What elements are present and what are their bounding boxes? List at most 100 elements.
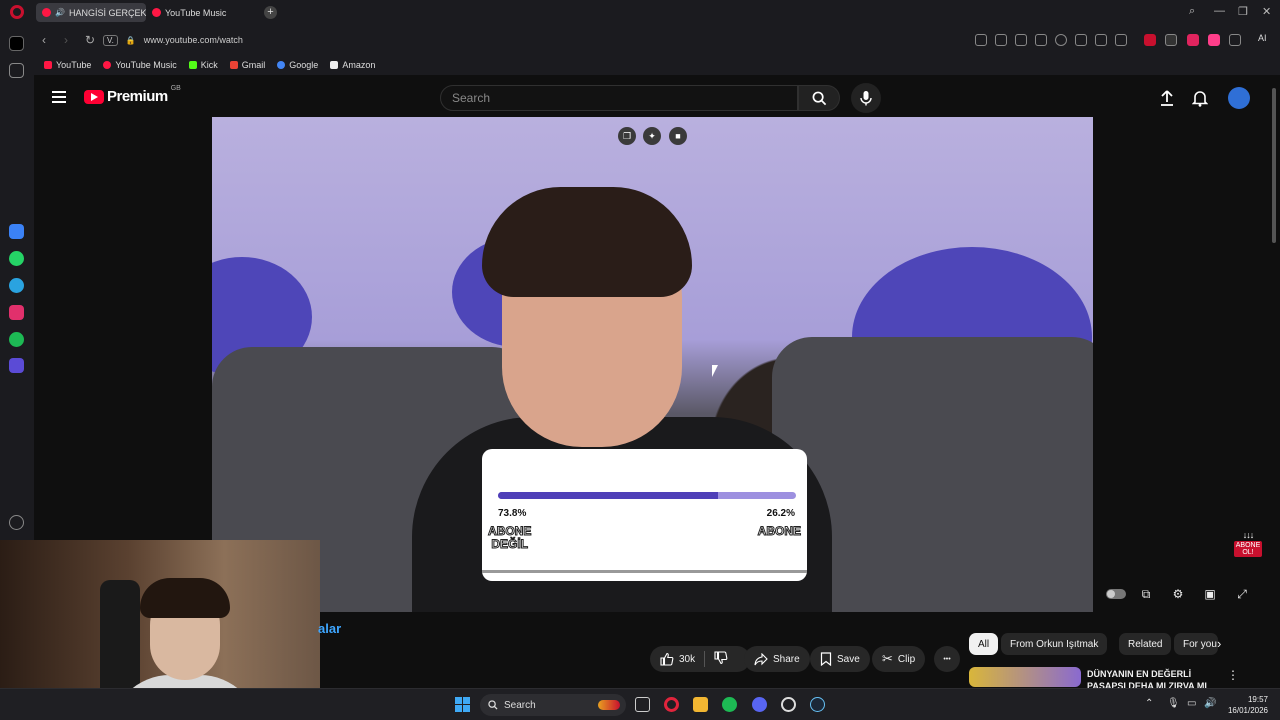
- chip-related[interactable]: Related: [1119, 633, 1172, 655]
- recommendation-thumbnail[interactable]: [969, 667, 1081, 687]
- chip-for-you[interactable]: For you: [1174, 633, 1218, 655]
- like-button[interactable]: 30k: [660, 652, 695, 666]
- chip-from-channel[interactable]: From Orkun Işıtmak: [1001, 633, 1108, 655]
- autoplay-toggle[interactable]: [1105, 585, 1127, 603]
- back-button[interactable]: ‹: [42, 33, 46, 47]
- notifications-button[interactable]: [1191, 89, 1209, 112]
- extension-red-icon[interactable]: [1144, 34, 1156, 46]
- upload-button[interactable]: [1159, 89, 1175, 112]
- menu-icon[interactable]: [1095, 34, 1107, 46]
- bookmark-google[interactable]: Google: [277, 60, 318, 70]
- share-button[interactable]: Share: [744, 646, 810, 672]
- youtube-favicon-icon: [42, 8, 51, 17]
- extension-magenta-icon[interactable]: [1208, 34, 1220, 46]
- player-controls: ⧉ ⚙ ▣ ⤢: [1093, 583, 1270, 607]
- app-icon[interactable]: [781, 697, 796, 712]
- ai-button[interactable]: AI: [1258, 33, 1267, 43]
- hamburger-menu-icon[interactable]: [52, 91, 66, 103]
- heart-icon[interactable]: [1055, 34, 1067, 46]
- shield-icon[interactable]: [1015, 34, 1027, 46]
- tab-label: HANGİSİ GERÇEK PİLO: [68, 7, 146, 18]
- home-icon[interactable]: [9, 36, 24, 51]
- new-tab-button[interactable]: +: [264, 6, 277, 19]
- amazon-icon: [330, 61, 339, 69]
- player-icon[interactable]: [9, 358, 24, 373]
- steam-icon[interactable]: [810, 697, 825, 712]
- task-view-icon[interactable]: [635, 697, 650, 712]
- vpn-badge[interactable]: V.: [103, 34, 118, 46]
- windows-start-icon[interactable]: [455, 697, 470, 712]
- page-scrollbar[interactable]: [1272, 88, 1276, 243]
- tab-current-video[interactable]: 🔊 HANGİSİ GERÇEK PİLO: [36, 3, 146, 22]
- avatar[interactable]: [1228, 87, 1250, 109]
- taskbar-search[interactable]: Search: [480, 694, 626, 716]
- extension-cat-icon[interactable]: [1165, 34, 1177, 46]
- discord-icon[interactable]: [752, 697, 767, 712]
- close-button[interactable]: ✕: [1262, 5, 1271, 18]
- search-input[interactable]: Search: [440, 85, 798, 111]
- video-title[interactable]: alar: [318, 621, 341, 636]
- voice-search-button[interactable]: [851, 83, 881, 113]
- recommendation-title[interactable]: DÜNYANIN EN DEĞERLİ PASAPSI DEHA MI ZIRV…: [1087, 668, 1217, 688]
- extensions-icon[interactable]: [1229, 34, 1241, 46]
- subtitles-icon[interactable]: ⧉: [1137, 585, 1155, 603]
- fullscreen-icon[interactable]: ⤢: [1233, 585, 1251, 603]
- file-explorer-icon[interactable]: [693, 697, 708, 712]
- poll-right-label: ABONE: [757, 524, 801, 538]
- picture-in-picture-icon[interactable]: ❐: [618, 127, 636, 145]
- tab-youtube-music[interactable]: YouTube Music: [146, 3, 256, 22]
- bookmark-kick[interactable]: Kick: [188, 60, 218, 70]
- edit-icon[interactable]: [975, 34, 987, 46]
- bookmark-label: Kick: [200, 60, 218, 70]
- settings-gear-icon[interactable]: ⚙: [1169, 585, 1187, 603]
- spotify-taskbar-icon[interactable]: [722, 697, 737, 712]
- telegram-icon[interactable]: [9, 278, 24, 293]
- profile-icon[interactable]: [1115, 34, 1127, 46]
- bookmark-amazon[interactable]: Amazon: [330, 60, 375, 70]
- network-icon[interactable]: ▭: [1187, 698, 1196, 709]
- youtube-logo[interactable]: Premium GB: [84, 85, 181, 105]
- bookmark-youtube-music[interactable]: YouTube Music: [103, 60, 177, 70]
- opera-icon[interactable]: [664, 697, 679, 712]
- speaker-icon[interactable]: 🔊: [55, 8, 65, 17]
- sparkle-icon[interactable]: ✦: [643, 127, 661, 145]
- instagram-icon[interactable]: [9, 305, 24, 320]
- play-icon[interactable]: [1035, 34, 1047, 46]
- heart-icon[interactable]: [9, 515, 24, 530]
- reload-button[interactable]: ↻: [85, 33, 95, 47]
- extension-pink-icon[interactable]: [1187, 34, 1199, 46]
- download-icon[interactable]: [1075, 34, 1087, 46]
- miniplayer-icon[interactable]: ▣: [1201, 585, 1219, 603]
- chip-all[interactable]: All: [969, 633, 999, 655]
- tray-expand-icon[interactable]: ⌃: [1145, 698, 1153, 709]
- maximize-button[interactable]: ❐: [1238, 5, 1248, 18]
- microphone-tray-icon[interactable]: 🎙: [1167, 698, 1180, 709]
- save-button[interactable]: Save: [810, 646, 870, 672]
- dislike-button[interactable]: [714, 650, 728, 668]
- star-icon[interactable]: [9, 63, 24, 78]
- thumbs-up-icon: [660, 652, 674, 666]
- forward-button[interactable]: ›: [64, 33, 68, 47]
- like-dislike-group: 30k: [650, 646, 750, 672]
- address-bar-row: ‹ › ↻ V. 🔒 www.youtube.com/watch AI: [0, 25, 1280, 55]
- poll-divider: [482, 570, 807, 573]
- more-actions-button[interactable]: •••: [934, 646, 960, 672]
- volume-icon[interactable]: 🔊: [1204, 698, 1216, 709]
- minimize-button[interactable]: —: [1214, 5, 1225, 17]
- whatsapp-icon[interactable]: [9, 251, 24, 266]
- lock-icon[interactable]: 🔒: [126, 36, 136, 45]
- recommendation-menu-icon[interactable]: ⋮: [1227, 668, 1239, 682]
- search-button[interactable]: [798, 85, 840, 111]
- camera-icon[interactable]: [995, 34, 1007, 46]
- clip-button[interactable]: ✂ Clip: [872, 646, 926, 672]
- spotify-icon[interactable]: [9, 332, 24, 347]
- chips-next-icon[interactable]: ›: [1217, 636, 1221, 651]
- system-clock[interactable]: 19:57 16/01/2026: [1222, 694, 1268, 716]
- url-field[interactable]: V. 🔒 www.youtube.com/watch: [103, 30, 963, 50]
- bookmark-youtube[interactable]: YouTube: [44, 60, 91, 70]
- bookmark-gmail[interactable]: Gmail: [229, 60, 265, 70]
- browser-logo-icon[interactable]: [10, 5, 24, 19]
- messenger-icon[interactable]: [9, 224, 24, 239]
- search-tabs-icon[interactable]: ⌕: [1189, 5, 1195, 18]
- video-camera-icon[interactable]: ■: [669, 127, 687, 145]
